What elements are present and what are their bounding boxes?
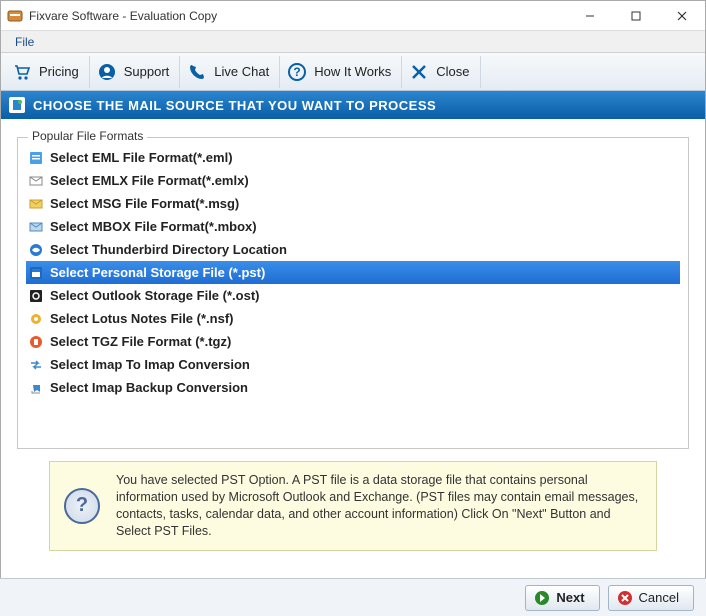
- cart-icon: [11, 61, 33, 83]
- info-icon: ?: [64, 488, 100, 524]
- emlx-icon: [28, 173, 44, 189]
- eml-icon: [28, 150, 44, 166]
- main-area: Popular File Formats Select EML File For…: [1, 119, 705, 559]
- format-item-thunderbird[interactable]: Select Thunderbird Directory Location: [26, 238, 680, 261]
- pst-icon: [28, 265, 44, 281]
- format-item-imapbackup[interactable]: Select Imap Backup Conversion: [26, 376, 680, 399]
- howitworks-label: How It Works: [314, 64, 391, 79]
- format-label: Select Imap To Imap Conversion: [50, 357, 250, 372]
- menu-file[interactable]: File: [7, 33, 42, 51]
- format-item-pst[interactable]: Select Personal Storage File (*.pst): [26, 261, 680, 284]
- section-heading-text: CHOOSE THE MAIL SOURCE THAT YOU WANT TO …: [33, 98, 436, 113]
- livechat-button[interactable]: Live Chat: [180, 56, 280, 88]
- document-icon: [9, 97, 25, 113]
- format-item-emlx[interactable]: Select EMLX File Format(*.emlx): [26, 169, 680, 192]
- format-label: Select Thunderbird Directory Location: [50, 242, 287, 257]
- close-button[interactable]: Close: [402, 56, 480, 88]
- file-format-groupbox: Popular File Formats Select EML File For…: [17, 137, 689, 449]
- format-label: Select EML File Format(*.eml): [50, 150, 233, 165]
- close-label: Close: [436, 64, 469, 79]
- file-format-list: Select EML File Format(*.eml) Select EML…: [26, 146, 680, 399]
- cancel-icon: [617, 590, 633, 606]
- headset-icon: [96, 61, 118, 83]
- info-panel: ? You have selected PST Option. A PST fi…: [49, 461, 657, 551]
- format-item-ost[interactable]: Select Outlook Storage File (*.ost): [26, 284, 680, 307]
- support-label: Support: [124, 64, 170, 79]
- next-label: Next: [556, 590, 584, 605]
- format-label: Select Outlook Storage File (*.ost): [50, 288, 259, 303]
- section-header: CHOOSE THE MAIL SOURCE THAT YOU WANT TO …: [1, 91, 705, 119]
- imap-icon: [28, 357, 44, 373]
- close-window-button[interactable]: [659, 1, 705, 30]
- menubar: File: [1, 31, 705, 53]
- cancel-label: Cancel: [639, 590, 679, 605]
- format-item-mbox[interactable]: Select MBOX File Format(*.mbox): [26, 215, 680, 238]
- phone-icon: [186, 61, 208, 83]
- livechat-label: Live Chat: [214, 64, 269, 79]
- window-controls: [567, 1, 705, 30]
- format-label: Select Lotus Notes File (*.nsf): [50, 311, 233, 326]
- format-label: Select Imap Backup Conversion: [50, 380, 248, 395]
- format-item-tgz[interactable]: Select TGZ File Format (*.tgz): [26, 330, 680, 353]
- next-arrow-icon: [534, 590, 550, 606]
- format-item-imap2imap[interactable]: Select Imap To Imap Conversion: [26, 353, 680, 376]
- pricing-button[interactable]: Pricing: [5, 56, 90, 88]
- next-button[interactable]: Next: [525, 585, 599, 611]
- tgz-icon: [28, 334, 44, 350]
- format-label: Select MBOX File Format(*.mbox): [50, 219, 257, 234]
- msg-icon: [28, 196, 44, 212]
- window-title: Fixvare Software - Evaluation Copy: [29, 9, 567, 23]
- question-icon: ?: [286, 61, 308, 83]
- pricing-label: Pricing: [39, 64, 79, 79]
- format-item-eml[interactable]: Select EML File Format(*.eml): [26, 146, 680, 169]
- howitworks-button[interactable]: ? How It Works: [280, 56, 402, 88]
- svg-text:?: ?: [294, 65, 301, 79]
- format-label: Select TGZ File Format (*.tgz): [50, 334, 231, 349]
- format-label: Select Personal Storage File (*.pst): [50, 265, 265, 280]
- format-label: Select EMLX File Format(*.emlx): [50, 173, 249, 188]
- footer: Next Cancel: [0, 578, 706, 616]
- nsf-icon: [28, 311, 44, 327]
- support-button[interactable]: Support: [90, 56, 181, 88]
- imap-backup-icon: [28, 380, 44, 396]
- minimize-button[interactable]: [567, 1, 613, 30]
- app-icon: [7, 8, 23, 24]
- format-item-msg[interactable]: Select MSG File Format(*.msg): [26, 192, 680, 215]
- maximize-button[interactable]: [613, 1, 659, 30]
- format-item-nsf[interactable]: Select Lotus Notes File (*.nsf): [26, 307, 680, 330]
- ost-icon: [28, 288, 44, 304]
- info-text: You have selected PST Option. A PST file…: [116, 472, 642, 540]
- toolbar: Pricing Support Live Chat ? How It Works…: [1, 53, 705, 91]
- format-label: Select MSG File Format(*.msg): [50, 196, 239, 211]
- groupbox-label: Popular File Formats: [28, 129, 147, 143]
- close-icon: [408, 61, 430, 83]
- thunderbird-icon: [28, 242, 44, 258]
- cancel-button[interactable]: Cancel: [608, 585, 694, 611]
- mbox-icon: [28, 219, 44, 235]
- titlebar: Fixvare Software - Evaluation Copy: [1, 1, 705, 31]
